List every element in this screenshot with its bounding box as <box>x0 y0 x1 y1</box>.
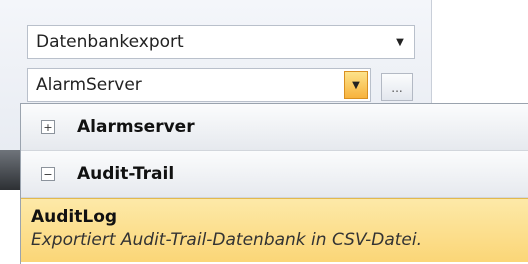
server-combobox[interactable]: AlarmServer ▼ <box>27 68 371 102</box>
collapse-icon[interactable]: − <box>41 167 55 181</box>
export-type-combobox[interactable]: Datenbankexport ▼ <box>27 25 415 59</box>
browse-button-label: ... <box>391 81 403 95</box>
server-dropdown-list: + Alarmserver − Audit-Trail AuditLog Exp… <box>20 103 528 264</box>
group-audit-trail[interactable]: − Audit-Trail <box>21 151 528 198</box>
dropdown-toggle-button[interactable]: ▼ <box>344 71 368 99</box>
chevron-down-icon: ▼ <box>352 79 360 91</box>
item-title: AuditLog <box>31 207 118 227</box>
browse-button[interactable]: ... <box>381 73 413 101</box>
list-item-auditlog[interactable]: AuditLog Exportiert Audit-Trail-Datenban… <box>21 198 528 262</box>
export-type-value: Datenbankexport <box>36 32 184 52</box>
server-value: AlarmServer <box>36 75 142 95</box>
expand-icon[interactable]: + <box>41 120 55 134</box>
chevron-down-icon[interactable]: ▼ <box>386 37 414 48</box>
group-alarmserver[interactable]: + Alarmserver <box>21 104 528 151</box>
group-label: Audit-Trail <box>77 164 175 184</box>
item-description: Exportiert Audit-Trail-Datenbank in CSV-… <box>31 230 422 250</box>
group-label: Alarmserver <box>77 117 195 137</box>
